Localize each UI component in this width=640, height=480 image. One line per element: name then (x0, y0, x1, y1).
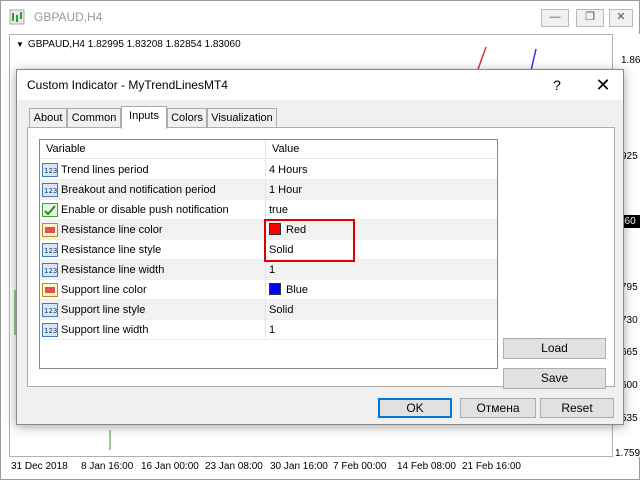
row-variable: Resistance line color (61, 224, 163, 236)
help-icon: ? (553, 77, 561, 93)
inputs-panel: Variable Value 123 Trend lines period 4 … (27, 127, 615, 389)
time-tick: 23 Jan 08:00 (205, 461, 263, 472)
blue-swatch (269, 283, 281, 295)
close-icon: ✕ (616, 11, 626, 23)
cell-divider (265, 180, 266, 200)
grid-row[interactable]: 123 Resistance line style Solid (40, 240, 497, 260)
tab-colors[interactable]: Colors (167, 108, 207, 128)
cell-divider (265, 300, 266, 320)
tab-about[interactable]: About (29, 108, 67, 128)
row-value[interactable]: Blue (269, 280, 308, 300)
time-tick: 16 Jan 00:00 (141, 461, 199, 472)
chart-titlebar: GBPAUD,H4 — ❐ ✕ (1, 1, 639, 33)
grid-row[interactable]: Enable or disable push notification true (40, 200, 497, 220)
cell-divider (265, 260, 266, 280)
svg-text:123: 123 (44, 267, 57, 275)
custom-indicator-dialog: Custom Indicator - MyTrendLinesMT4 ? ✕ A… (16, 69, 624, 425)
grid-row[interactable]: 123 Support line style Solid (40, 300, 497, 320)
dialog-close-button[interactable]: ✕ (583, 70, 623, 100)
red-swatch (269, 223, 281, 235)
chart-app-icon (9, 9, 25, 25)
row-value[interactable]: Red (269, 220, 306, 240)
chart-minimize-button[interactable]: — (541, 9, 569, 27)
cell-divider (265, 220, 266, 240)
grid-header: Variable Value (40, 140, 497, 159)
time-tick: 31 Dec 2018 (11, 461, 68, 472)
grid-row[interactable]: Support line color Blue (40, 280, 497, 300)
row-value[interactable]: Solid (269, 240, 293, 260)
time-tick: 30 Jan 16:00 (270, 461, 328, 472)
load-button[interactable]: Load (503, 338, 606, 359)
time-axis: 31 Dec 2018 8 Jan 16:00 16 Jan 00:00 23 … (9, 457, 613, 479)
price-tick: 1.75925 (615, 448, 640, 459)
cancel-button[interactable]: Отмена (460, 398, 536, 418)
numeric-icon: 123 (42, 183, 58, 197)
header-variable[interactable]: Variable (40, 140, 86, 159)
row-variable: Enable or disable push notification (61, 204, 229, 216)
header-value[interactable]: Value (266, 140, 299, 159)
tab-visualization[interactable]: Visualization (207, 108, 277, 128)
chart-window-title: GBPAUD,H4 (34, 10, 103, 24)
color-icon (42, 223, 58, 237)
numeric-icon: 123 (42, 303, 58, 317)
time-tick: 21 Feb 16:00 (462, 461, 521, 472)
row-value[interactable]: 1 (269, 320, 275, 340)
row-variable: Support line color (61, 284, 147, 296)
time-tick: 8 Jan 16:00 (81, 461, 134, 472)
cell-divider (265, 200, 266, 220)
svg-text:123: 123 (44, 327, 57, 335)
help-button[interactable]: ? (539, 70, 575, 100)
price-tick: 1.866 (621, 55, 640, 66)
row-value[interactable]: 1 (269, 260, 275, 280)
svg-text:123: 123 (44, 247, 57, 255)
chart-close-button[interactable]: ✕ (609, 9, 633, 27)
restore-icon: ❐ (585, 11, 595, 23)
save-button[interactable]: Save (503, 368, 606, 389)
tab-inputs[interactable]: Inputs (121, 106, 167, 129)
time-tick: 7 Feb 00:00 (333, 461, 387, 472)
cell-divider (265, 160, 266, 180)
grid-row[interactable]: 123 Breakout and notification period 1 H… (40, 180, 497, 200)
row-variable: Trend lines period (61, 164, 149, 176)
row-variable: Support line style (61, 304, 146, 316)
inputs-grid: Variable Value 123 Trend lines period 4 … (39, 139, 498, 369)
grid-row[interactable]: Resistance line color Red (40, 220, 497, 240)
row-variable: Breakout and notification period (61, 184, 216, 196)
row-variable: Resistance line style (61, 244, 162, 256)
row-value[interactable]: 1 Hour (269, 180, 302, 200)
numeric-icon: 123 (42, 323, 58, 337)
dialog-titlebar[interactable]: Custom Indicator - MyTrendLinesMT4 ? ✕ (17, 70, 623, 100)
cell-divider (265, 280, 266, 300)
grid-row[interactable]: 123 Resistance line width 1 (40, 260, 497, 280)
color-name: Blue (286, 284, 309, 296)
numeric-icon: 123 (42, 163, 58, 177)
grid-row[interactable]: 123 Trend lines period 4 Hours (40, 160, 497, 180)
tab-common[interactable]: Common (67, 108, 121, 128)
color-icon (42, 283, 58, 297)
boolean-icon (42, 203, 58, 217)
row-value[interactable]: 4 Hours (269, 160, 308, 180)
reset-button[interactable]: Reset (540, 398, 614, 418)
numeric-icon: 123 (42, 243, 58, 257)
ok-button[interactable]: OK (378, 398, 452, 418)
row-value[interactable]: Solid (269, 300, 293, 320)
numeric-icon: 123 (42, 263, 58, 277)
dialog-title: Custom Indicator - MyTrendLinesMT4 (27, 78, 228, 92)
color-name: Red (286, 224, 307, 236)
time-tick: 14 Feb 08:00 (397, 461, 456, 472)
cell-divider (265, 240, 266, 260)
svg-text:123: 123 (44, 167, 57, 175)
row-value[interactable]: true (269, 200, 288, 220)
chart-restore-button[interactable]: ❐ (576, 9, 604, 27)
row-variable: Resistance line width (61, 264, 165, 276)
svg-text:123: 123 (44, 307, 57, 315)
svg-text:123: 123 (44, 187, 57, 195)
grid-row[interactable]: 123 Support line width 1 (40, 320, 497, 340)
row-variable: Support line width (61, 324, 149, 336)
cell-divider (265, 320, 266, 340)
minimize-icon: — (549, 11, 561, 23)
close-icon: ✕ (595, 75, 611, 95)
